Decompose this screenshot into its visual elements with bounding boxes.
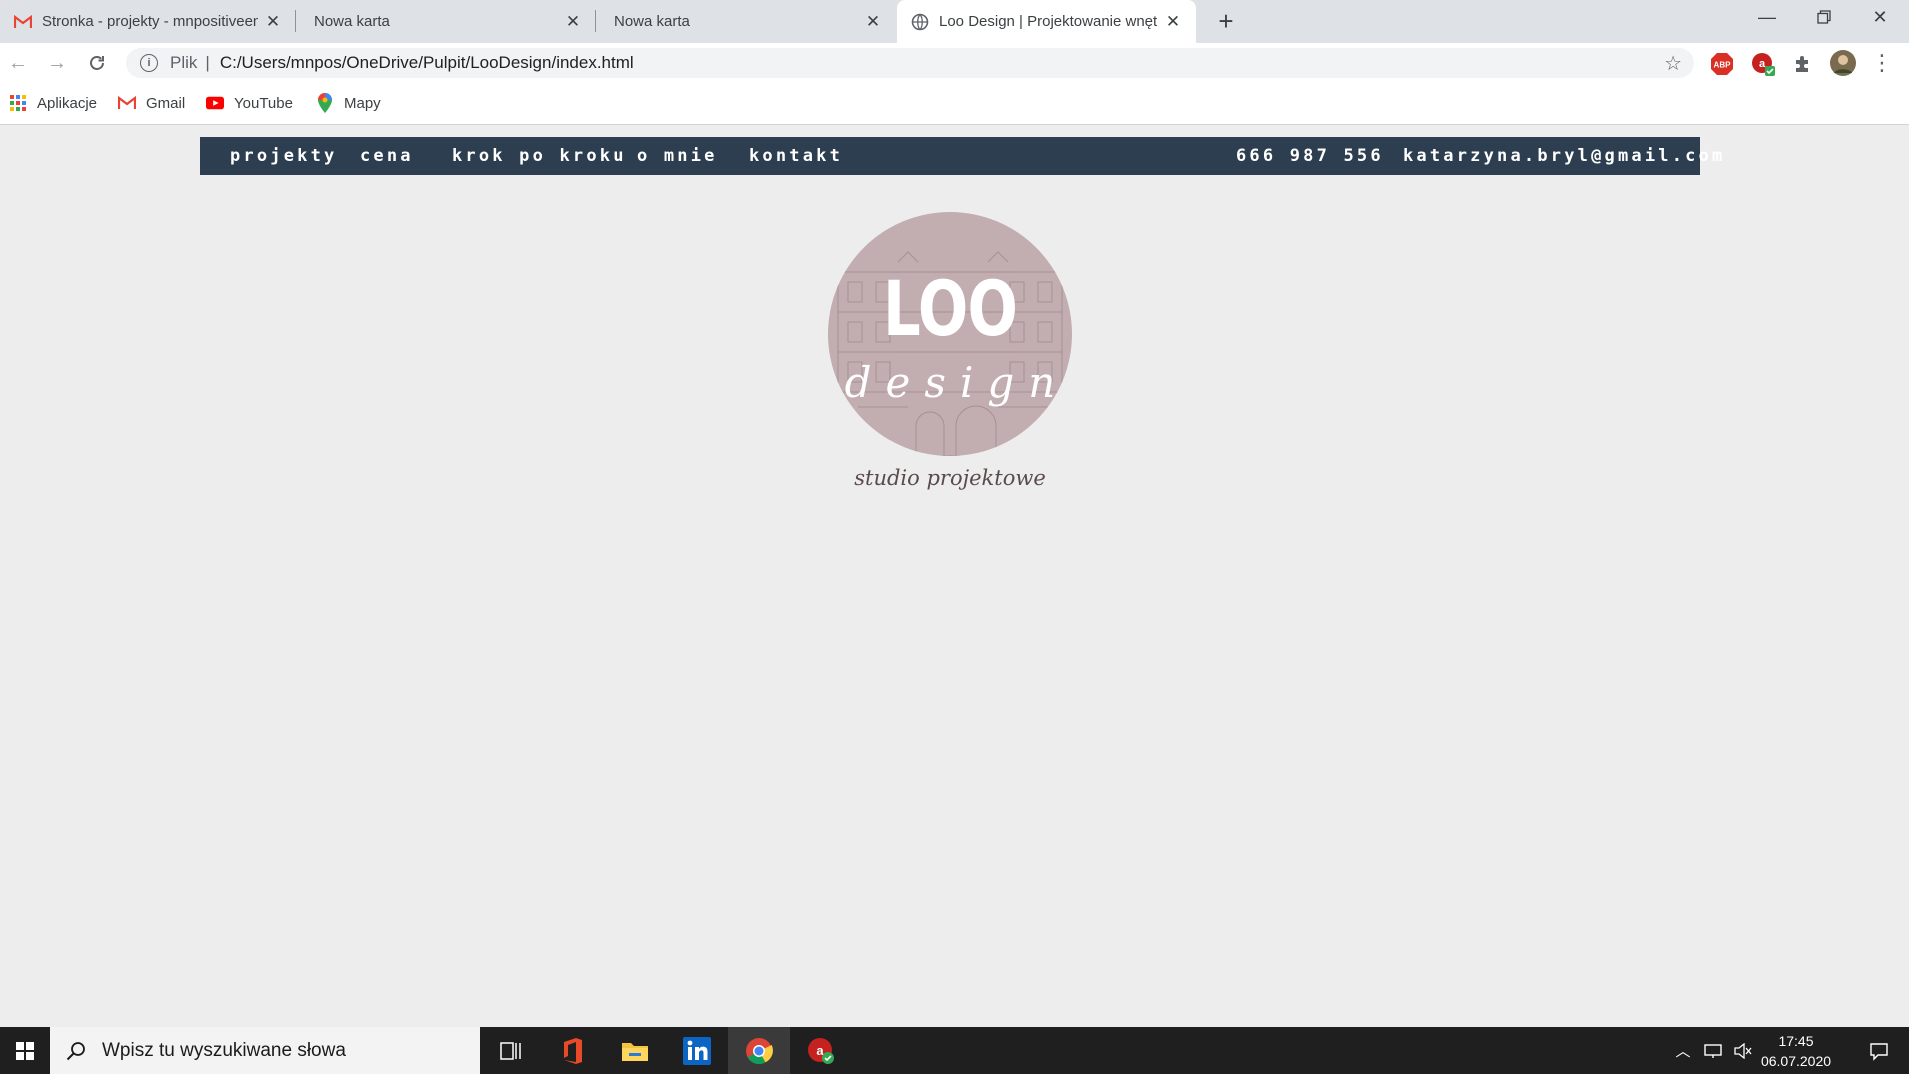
nav-email[interactable]: katarzyna.bryl@gmail.com bbox=[1403, 137, 1725, 175]
close-tab-icon[interactable]: ✕ bbox=[1164, 12, 1182, 31]
menu-kebab-icon[interactable]: ⋮ bbox=[1868, 49, 1896, 77]
clock-time: 17:45 bbox=[1778, 1033, 1814, 1049]
logo-circle: LOO design bbox=[828, 212, 1072, 456]
info-icon[interactable]: i bbox=[140, 54, 158, 72]
bookmark-youtube[interactable]: YouTube bbox=[206, 92, 293, 114]
search-icon bbox=[66, 1041, 85, 1060]
reload-icon[interactable] bbox=[83, 49, 111, 77]
task-view-icon[interactable] bbox=[480, 1027, 542, 1074]
nav-link-projekty[interactable]: projekty bbox=[230, 137, 337, 175]
browser-tab-strip: Stronka - projekty - mnpositiveen ✕ Nowa… bbox=[0, 0, 1909, 43]
logo-sub-text: design bbox=[844, 358, 1070, 407]
tab-gmail[interactable]: Stronka - projekty - mnpositiveen ✕ bbox=[0, 0, 296, 43]
globe-icon bbox=[911, 13, 929, 31]
apps-grid-icon bbox=[9, 94, 27, 112]
bookmark-label: Aplikacje bbox=[37, 94, 98, 112]
close-tab-icon[interactable]: ✕ bbox=[864, 12, 882, 31]
office-icon[interactable] bbox=[542, 1027, 604, 1074]
taskbar-clock[interactable]: 17:45 06.07.2020 bbox=[1756, 1031, 1836, 1071]
profile-avatar[interactable] bbox=[1829, 49, 1857, 77]
antivirus-icon[interactable]: a bbox=[790, 1027, 852, 1074]
tab-title: Stronka - projekty - mnpositiveen bbox=[42, 13, 258, 30]
web-page: projekty cena krok po kroku o mnie konta… bbox=[0, 126, 1909, 1027]
file-explorer-icon[interactable] bbox=[604, 1027, 666, 1074]
bookmark-gmail[interactable]: Gmail bbox=[118, 92, 185, 114]
close-window-icon[interactable]: ✕ bbox=[1851, 0, 1909, 34]
clock-date: 06.07.2020 bbox=[1760, 1053, 1832, 1069]
close-tab-icon[interactable]: ✕ bbox=[564, 12, 582, 31]
bookmark-label: Gmail bbox=[146, 94, 186, 112]
tab-title: Loo Design | Projektowanie wnętrz bbox=[939, 13, 1158, 30]
address-bar[interactable]: i Plik | C:/Users/mnpos/OneDrive/Pulpit/… bbox=[126, 48, 1694, 78]
url-text[interactable]: C:/Users/mnpos/OneDrive/Pulpit/LooDesign… bbox=[220, 53, 634, 73]
puzzle-icon[interactable] bbox=[1790, 51, 1816, 77]
tab-new-2[interactable]: Nowa karta ✕ bbox=[598, 0, 896, 43]
chrome-icon[interactable] bbox=[728, 1027, 790, 1074]
nav-link-kontakt[interactable]: kontakt bbox=[749, 137, 843, 175]
bookmark-label: Mapy bbox=[344, 94, 381, 112]
tray-chevron-up-icon[interactable]: ︿ bbox=[1672, 1027, 1694, 1074]
url-scheme-label: Plik bbox=[170, 53, 198, 72]
bookmarks-bar: Aplikacje Gmail YouTube Mapy bbox=[0, 83, 1909, 125]
windows-start-icon[interactable] bbox=[0, 1027, 50, 1074]
tab-title: Nowa karta bbox=[614, 13, 690, 30]
adblock-icon[interactable]: ABP bbox=[1709, 51, 1735, 77]
back-arrow-icon[interactable]: ← bbox=[4, 49, 32, 77]
maps-pin-icon bbox=[316, 93, 334, 113]
browser-toolbar: ← → i Plik | C:/Users/mnpos/OneDrive/Pul… bbox=[0, 43, 1909, 83]
bookmark-star-icon[interactable]: ☆ bbox=[1664, 51, 1682, 76]
tab-loo-design[interactable]: Loo Design | Projektowanie wnętrz ✕ bbox=[897, 0, 1196, 43]
youtube-icon bbox=[206, 94, 224, 112]
tab-new-1[interactable]: Nowa karta ✕ bbox=[298, 0, 596, 43]
nav-link-o-mnie[interactable]: o mnie bbox=[637, 137, 718, 175]
restore-icon[interactable] bbox=[1795, 0, 1853, 34]
windows-taskbar: Wpisz tu wyszukiwane słowa a ︿ 17:45 06.… bbox=[0, 1027, 1909, 1074]
gmail-icon bbox=[14, 13, 32, 31]
tab-title: Nowa karta bbox=[314, 13, 390, 30]
linkedin-icon[interactable] bbox=[666, 1027, 728, 1074]
logo-tagline: studio projektowe bbox=[854, 466, 1046, 490]
bookmark-maps[interactable]: Mapy bbox=[316, 92, 381, 114]
svg-text:ABP: ABP bbox=[1714, 61, 1732, 70]
nav-link-cena[interactable]: cena bbox=[360, 137, 414, 175]
taskbar-search-placeholder: Wpisz tu wyszukiwane słowa bbox=[102, 1039, 346, 1061]
minimize-icon[interactable]: — bbox=[1738, 0, 1796, 34]
forward-arrow-icon[interactable]: → bbox=[43, 49, 71, 77]
logo-main-text: LOO bbox=[882, 264, 1018, 353]
bookmark-apps[interactable]: Aplikacje bbox=[9, 92, 97, 114]
close-tab-icon[interactable]: ✕ bbox=[264, 12, 282, 31]
network-icon[interactable] bbox=[1700, 1027, 1726, 1074]
notifications-icon[interactable] bbox=[1854, 1027, 1904, 1074]
nav-link-krok-po-kroku[interactable]: krok po kroku bbox=[452, 137, 627, 175]
new-tab-button[interactable]: + bbox=[1212, 6, 1240, 36]
svg-text:a: a bbox=[1759, 58, 1766, 70]
gmail-icon bbox=[118, 94, 136, 112]
extension-red-icon[interactable]: a bbox=[1750, 51, 1776, 77]
bookmark-label: YouTube bbox=[234, 94, 293, 112]
nav-phone[interactable]: 666 987 556 bbox=[1236, 137, 1384, 175]
site-navbar: projekty cena krok po kroku o mnie konta… bbox=[200, 137, 1722, 175]
volume-muted-icon[interactable] bbox=[1730, 1027, 1756, 1074]
taskbar-search-input[interactable]: Wpisz tu wyszukiwane słowa bbox=[50, 1027, 480, 1074]
